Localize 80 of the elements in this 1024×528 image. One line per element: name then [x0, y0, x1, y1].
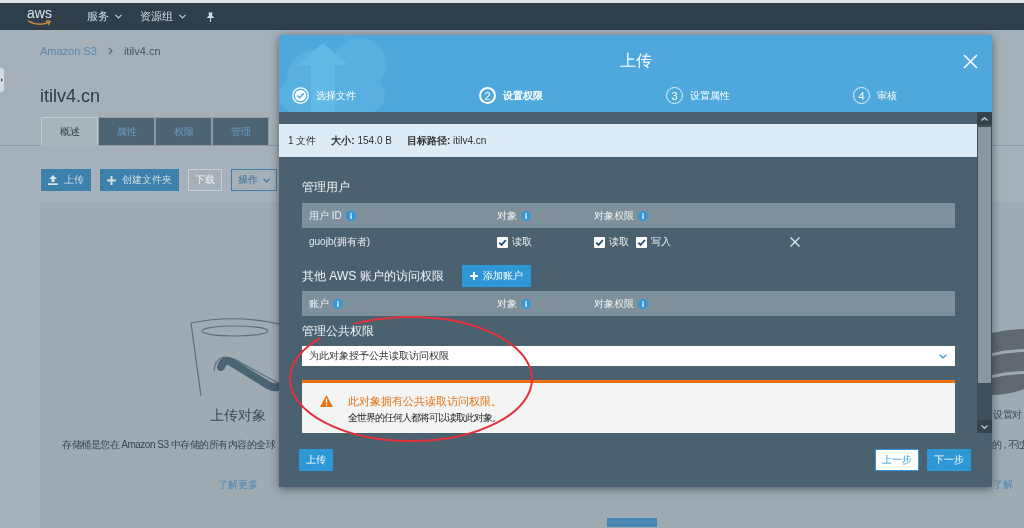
summary-text: 1 文件 [288, 133, 317, 148]
checkbox-label: 写入 [651, 235, 671, 249]
section-title: 管理用户 [302, 180, 351, 194]
step-label: 选择文件 [316, 88, 356, 103]
step-number: 2 [479, 87, 496, 104]
previous-button[interactable]: 上一步 [875, 449, 919, 471]
checkbox[interactable] [497, 236, 508, 248]
action-button[interactable]: 上传 [41, 169, 91, 191]
breadcrumb-current: itilv4.cn [123, 45, 161, 57]
aws-logo[interactable]: aws [27, 7, 52, 26]
pin-icon[interactable] [205, 11, 215, 22]
close-button[interactable] [963, 53, 978, 69]
caret-icon [1, 78, 3, 82]
column-header: 账户 [309, 296, 329, 311]
summary-text: 大小: 154.0 B [331, 133, 392, 148]
add-account-button[interactable]: 添加账户 [461, 265, 531, 287]
card-title: 设置对 [993, 408, 1023, 422]
step-label: 审核 [877, 88, 897, 103]
column-header: 对象 [497, 208, 517, 223]
warning-text: 全世界的任何人都将可以读取此对象。 [348, 412, 501, 424]
info-icon[interactable] [521, 298, 531, 309]
info-icon[interactable] [521, 210, 531, 221]
scrollbar-track[interactable] [977, 112, 992, 433]
chevron-up-icon [981, 116, 988, 121]
tab[interactable]: 管理 [212, 117, 269, 146]
learn-more-link[interactable]: 了解 [993, 478, 1013, 492]
bucket-title: itilv4.cn [40, 86, 101, 106]
chevron-down-icon [263, 177, 270, 183]
plus-icon [469, 272, 478, 280]
user-id: guojb(拥有者) [309, 235, 372, 249]
dialog-title: 上传 [619, 50, 652, 71]
column-header: 对象权限 [594, 208, 634, 223]
column-header: 对象 [497, 296, 517, 311]
chevron-down-icon [114, 14, 122, 19]
learn-more-link[interactable]: 了解更多 [217, 478, 258, 492]
chevron-down-icon [178, 14, 186, 19]
close-icon [963, 53, 978, 69]
upload-icon [48, 175, 58, 185]
checkbox[interactable] [594, 236, 605, 248]
smile-arrow-icon [27, 20, 52, 26]
step-label: 设置权限 [503, 88, 543, 103]
summary-text: 目标路径: itilv4.cn [406, 133, 487, 148]
info-icon[interactable] [638, 210, 648, 221]
step-label: 设置属性 [690, 88, 730, 103]
info-icon[interactable] [333, 298, 343, 309]
column-header: 对象权限 [594, 296, 634, 311]
tab[interactable]: 概述 [41, 117, 98, 146]
upload-button[interactable]: 上传 [299, 449, 333, 471]
action-button[interactable]: 创建文件夹 [100, 169, 179, 191]
warning-title: 此对象拥有公共读取访问权限。 [348, 395, 502, 408]
checkbox-label: 读取 [609, 235, 629, 249]
chevron-right-icon [107, 47, 113, 55]
card-description: 的，不过 [992, 438, 1024, 452]
nav-menu[interactable]: 服务 [86, 9, 122, 24]
column-header: 用户 ID [309, 208, 342, 223]
close-icon[interactable] [790, 237, 800, 247]
tab[interactable]: 权限 [155, 117, 212, 146]
section-title: 其他 AWS 账户的访问权限 [302, 269, 444, 283]
section-title: 管理公共权限 [302, 324, 374, 338]
scroll-up-button[interactable] [977, 112, 992, 125]
next-button[interactable]: 下一步 [927, 449, 971, 471]
info-icon[interactable] [638, 298, 648, 309]
disk-stack-drawing [992, 329, 1024, 395]
sidebar-toggle[interactable] [0, 68, 4, 92]
card-description: 存储桶是您在 Amazon S3 中存储的所有内容的全球 [62, 438, 276, 452]
checkbox[interactable] [636, 236, 647, 248]
permission-select[interactable]: 为此对象授予公共读取访问权限 [302, 346, 955, 366]
plus-icon [107, 175, 116, 185]
actions-dropdown[interactable]: 操作 [231, 169, 277, 191]
chevron-down-icon [939, 353, 947, 359]
breadcrumb-link[interactable]: Amazon S3 [40, 45, 97, 57]
warning-icon [320, 395, 333, 407]
nav-menu[interactable]: 资源组 [139, 9, 186, 24]
scroll-thumb[interactable] [978, 127, 991, 383]
checkbox-label: 读取 [512, 235, 532, 249]
info-icon[interactable] [345, 210, 356, 221]
chevron-down-icon [981, 424, 988, 429]
card-title: 上传对象 [209, 407, 266, 423]
tab[interactable]: 属性 [98, 117, 155, 146]
scroll-down-button[interactable] [977, 420, 992, 433]
